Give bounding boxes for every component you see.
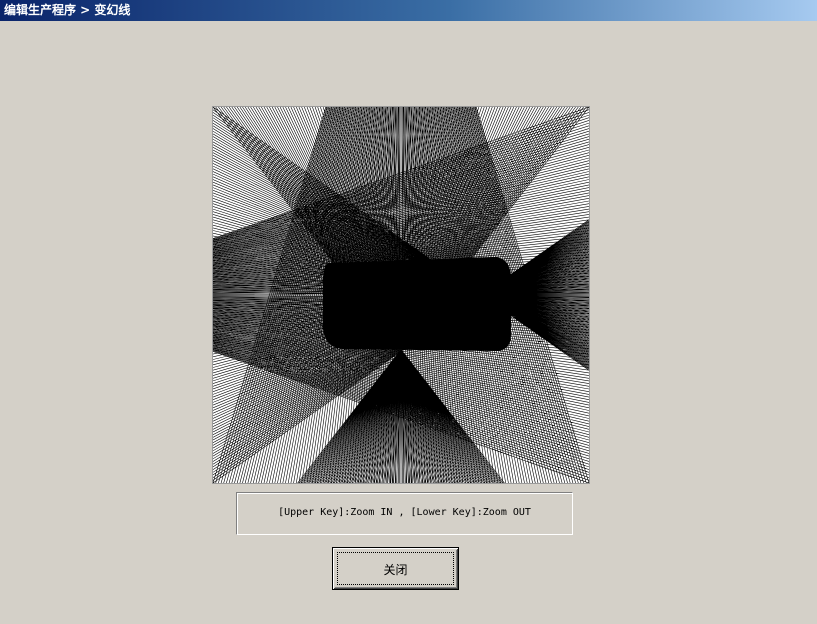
- close-button-label: 关闭: [383, 563, 408, 577]
- zoom-hint-text: [Upper Key]:Zoom IN , [Lower Key]:Zoom O…: [278, 507, 531, 518]
- window-title: 编辑生产程序 > 变幻线: [4, 3, 131, 17]
- moire-center-mass: [323, 257, 511, 351]
- close-button[interactable]: 关闭: [332, 547, 459, 590]
- moire-drawing: [213, 107, 589, 483]
- window-titlebar[interactable]: 编辑生产程序 > 变幻线: [0, 0, 817, 21]
- hint-panel: [Upper Key]:Zoom IN , [Lower Key]:Zoom O…: [236, 492, 573, 535]
- moire-canvas[interactable]: [212, 106, 590, 484]
